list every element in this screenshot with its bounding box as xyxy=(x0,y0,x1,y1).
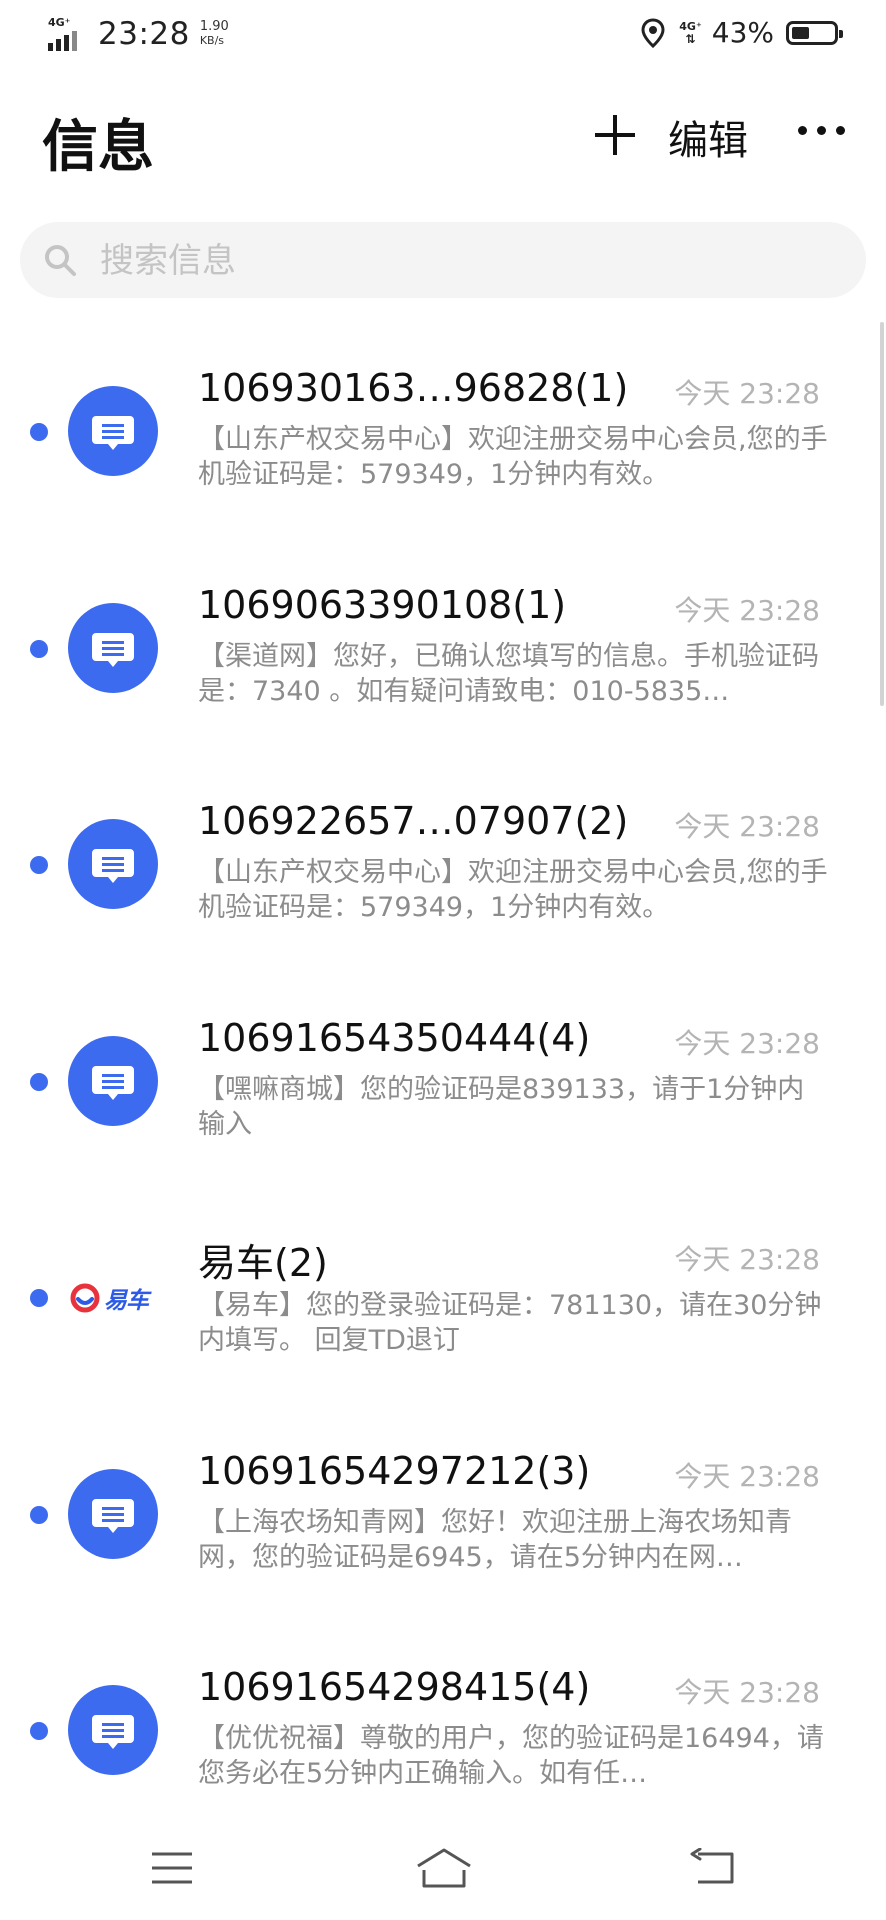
message-time: 今天 23:28 xyxy=(674,1026,820,1060)
message-avatar xyxy=(68,386,158,476)
message-sender: 1069063390108(1) xyxy=(198,582,567,627)
message-sender: 106930163…96828(1) xyxy=(198,366,629,410)
message-item[interactable]: 10691654298415(4) 今天 23:28 【优优祝福】尊敬的用户，您… xyxy=(0,1625,886,1842)
back-icon[interactable] xyxy=(688,1848,738,1888)
message-preview: 【山东产权交易中心】欢迎注册交易中心会员,您的手机验证码是：579349，1分钟… xyxy=(198,857,828,923)
message-preview: 【嘿嘛商城】您的验证码是839133，请于1分钟内输入 xyxy=(198,1073,805,1140)
status-left: 4G⁺ 23:28 1.90 KB/s xyxy=(48,16,229,52)
unread-dot xyxy=(30,423,48,441)
message-avatar xyxy=(68,602,158,693)
location-icon xyxy=(641,17,665,48)
home-icon[interactable] xyxy=(414,1846,474,1890)
header: 信息 编辑 xyxy=(0,90,886,190)
menu-icon[interactable] xyxy=(150,1850,194,1886)
message-icon xyxy=(92,1498,134,1533)
speed-value: 1.90 xyxy=(199,19,229,34)
search-bar[interactable] xyxy=(20,222,866,298)
message-icon xyxy=(92,632,134,667)
message-sender: 106922657…07907(2) xyxy=(198,799,629,843)
message-item[interactable]: 10691654350444(4) 今天 23:28 【嘿嘛商城】您的验证码是8… xyxy=(0,976,886,1193)
message-item[interactable]: 106930163…96828(1) 今天 23:28 【山东产权交易中心】欢迎… xyxy=(0,326,886,543)
message-preview: 【易车】您的登录验证码是：781130，请在30分钟内填写。 回复TD退订 xyxy=(198,1290,822,1356)
yiche-logo: 易车 xyxy=(70,1278,166,1318)
network-speed: 1.90 KB/s xyxy=(200,20,229,48)
add-button[interactable] xyxy=(590,110,640,160)
message-item[interactable]: 10691654297212(3) 今天 23:28 【上海农场知青网】您好！欢… xyxy=(0,1409,886,1626)
battery-icon xyxy=(786,20,843,45)
network-type-left: 4G⁺ xyxy=(48,16,71,29)
message-time: 今天 23:28 xyxy=(674,1243,820,1276)
message-item[interactable]: 1069063390108(1) 今天 23:28 【渠道网】您好，已确认您填写… xyxy=(0,543,886,760)
status-bar: 4G⁺ 23:28 1.90 KB/s 4G⁺ ⇅ 43% xyxy=(0,0,886,70)
more-icon xyxy=(798,126,807,135)
message-sender: 10691654298415(4) xyxy=(198,1665,591,1709)
unread-dot xyxy=(30,1505,48,1524)
message-sender: 10691654297212(3) xyxy=(198,1448,591,1493)
unread-dot xyxy=(30,639,48,658)
navigation-bar xyxy=(0,1820,886,1920)
page-title: 信息 xyxy=(42,115,154,180)
unread-dot xyxy=(30,1072,48,1091)
unread-dot xyxy=(30,856,48,874)
unread-dot xyxy=(30,1289,48,1307)
message-avatar xyxy=(68,1685,158,1775)
message-preview: 【渠道网】您好，已确认您填写的信息。手机验证码是：7340 。如有疑问请致电：0… xyxy=(198,640,819,707)
message-icon xyxy=(92,416,134,450)
message-icon xyxy=(92,1715,134,1749)
message-time: 今天 23:28 xyxy=(674,1459,820,1493)
message-time: 今天 23:28 xyxy=(674,810,820,843)
message-avatar xyxy=(68,819,158,909)
message-preview: 【山东产权交易中心】欢迎注册交易中心会员,您的手机验证码是：579349，1分钟… xyxy=(198,424,828,490)
message-time: 今天 23:28 xyxy=(674,593,820,627)
message-preview: 【上海农场知青网】您好！欢迎注册上海农场知青网，您的验证码是6945，请在5分钟… xyxy=(198,1506,792,1573)
message-item[interactable]: 106922657…07907(2) 今天 23:28 【山东产权交易中心】欢迎… xyxy=(0,759,886,976)
message-icon xyxy=(92,849,134,883)
unread-dot xyxy=(30,1722,48,1740)
message-sender: 10691654350444(4) xyxy=(198,1015,591,1060)
message-time: 今天 23:28 xyxy=(674,1676,820,1709)
more-button[interactable] xyxy=(798,126,845,135)
yiche-logo-icon xyxy=(70,1283,100,1313)
status-time: 23:28 xyxy=(98,16,190,52)
battery-percent: 43% xyxy=(711,16,774,49)
network-type-right: 4G⁺ ⇅ xyxy=(679,19,702,46)
speed-unit: KB/s xyxy=(199,34,225,47)
message-item[interactable]: 易车 易车(2) 今天 23:28 【易车】您的登录验证码是：781130，请在… xyxy=(0,1192,886,1409)
search-icon xyxy=(45,245,76,276)
yiche-logo-text: 易车 xyxy=(104,1288,149,1314)
status-right: 4G⁺ ⇅ 43% xyxy=(641,16,843,49)
message-list: 106930163…96828(1) 今天 23:28 【山东产权交易中心】欢迎… xyxy=(0,326,886,1842)
signal-icon: 4G⁺ xyxy=(48,17,88,51)
message-sender: 易车(2) xyxy=(198,1241,328,1285)
message-avatar xyxy=(68,1468,158,1559)
edit-button[interactable]: 编辑 xyxy=(668,108,748,166)
message-preview: 【优优祝福】尊敬的用户，您的验证码是16494，请您务必在5分钟内正确输入。如有… xyxy=(198,1723,824,1789)
message-time: 今天 23:28 xyxy=(674,377,820,410)
message-avatar xyxy=(68,1035,158,1126)
message-icon xyxy=(92,1065,134,1100)
search-input[interactable] xyxy=(98,230,842,292)
